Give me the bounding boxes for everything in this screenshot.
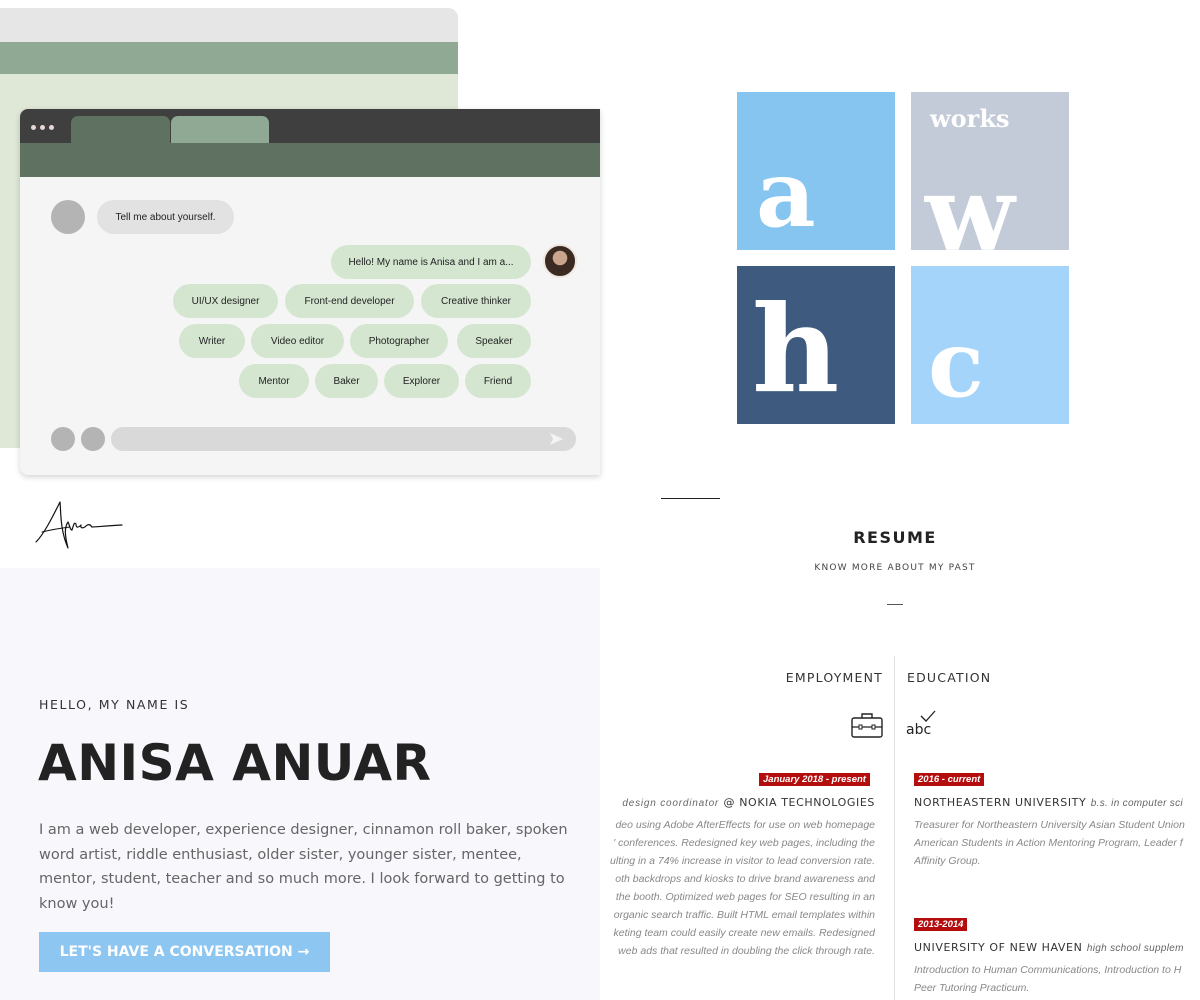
send-icon[interactable] xyxy=(550,433,563,445)
employment-date-badge: January 2018 - present xyxy=(759,773,870,786)
hero-name: ANISA ANUAR xyxy=(38,734,432,792)
chat-browser-window: Tell me about yourself. Hello! My name i… xyxy=(20,109,600,475)
education-org: NORTHEASTERN UNIVERSITY xyxy=(914,796,1087,809)
message-input[interactable] xyxy=(111,427,576,451)
employment-role: design coordinator xyxy=(622,798,720,809)
description-line: Peer Tutoring Practicum. xyxy=(914,982,1030,994)
education-heading: EDUCATION xyxy=(907,670,992,685)
employment-description: deo using Adobe AfterEffects for use on … xyxy=(600,816,875,960)
logo-caption-works: works xyxy=(930,104,1010,133)
background-window-titlebar xyxy=(0,8,458,42)
tag-chip[interactable]: Writer xyxy=(179,324,245,358)
tag-chip[interactable]: Friend xyxy=(465,364,531,398)
tag-chip[interactable]: Explorer xyxy=(384,364,459,398)
logo-letter-c: c xyxy=(928,310,985,418)
hero-bio: I am a web developer, experience designe… xyxy=(39,822,568,912)
tag-chip[interactable]: Speaker xyxy=(457,324,531,358)
attach-button[interactable] xyxy=(51,427,75,451)
signature-logo xyxy=(35,501,123,549)
description-line: ulting in a 74% increase in visitor to l… xyxy=(610,855,875,867)
hero-greeting: HELLO, MY NAME IS xyxy=(39,697,190,712)
section-rule xyxy=(661,498,720,499)
bot-message-bubble: Tell me about yourself. xyxy=(97,200,234,234)
user-avatar xyxy=(543,244,577,278)
education-date-badge: 2013-2014 xyxy=(914,918,968,931)
education-title-line: UNIVERSITY OF NEW HAVEN high school supp… xyxy=(914,938,1184,956)
tag-chip[interactable]: Photographer xyxy=(350,324,448,358)
description-line: organic search traffic. Built HTML email… xyxy=(613,909,875,921)
description-line: web ads that resulted in doubling the cl… xyxy=(618,945,875,957)
tag-chip[interactable]: Video editor xyxy=(251,324,344,358)
description-line: Introduction to Human Communications, In… xyxy=(914,964,1182,976)
resume-subtitle: KNOW MORE ABOUT MY PAST xyxy=(814,563,976,573)
logo-letter-h: h xyxy=(752,279,840,420)
education-list: 2016 - current NORTHEASTERN UNIVERSITY b… xyxy=(914,773,1200,1000)
logo-letter-a: a xyxy=(756,140,816,248)
resume-title: RESUME xyxy=(853,528,937,547)
logo-letter-w: w xyxy=(925,152,1015,275)
education-date-badge: 2016 - current xyxy=(914,773,985,786)
tag-chip[interactable]: Baker xyxy=(315,364,378,398)
bot-avatar xyxy=(51,200,85,234)
employment-heading: EMPLOYMENT xyxy=(785,670,883,685)
title-divider xyxy=(887,604,903,605)
description-line: deo using Adobe AfterEffects for use on … xyxy=(615,819,875,831)
education-degree: high school supplem xyxy=(1086,943,1184,954)
description-line: oth backdrops and kiosks to drive brand … xyxy=(615,873,875,885)
abc-check-icon: abc xyxy=(905,709,939,741)
employment-title-line: design coordinator @ NOKIA TECHNOLOGIES xyxy=(614,793,875,811)
emoji-button[interactable] xyxy=(81,427,105,451)
browser-tab-active[interactable] xyxy=(71,116,170,143)
tag-chip[interactable]: UI/UX designer xyxy=(173,284,278,318)
background-window-toolbar xyxy=(0,42,458,74)
education-description: Introduction to Human Communications, In… xyxy=(914,961,1181,997)
description-line: American Students in Action Mentoring Pr… xyxy=(914,837,1183,849)
tag-chip[interactable]: Front-end developer xyxy=(285,284,414,318)
education-degree: b.s. in computer sci xyxy=(1090,798,1183,809)
description-line: ' conferences. Redesigned key web pages,… xyxy=(613,837,875,849)
description-line: Treasurer for Northeastern University As… xyxy=(914,819,1185,831)
employment-org: @ NOKIA TECHNOLOGIES xyxy=(723,796,875,809)
hero-section: HELLO, MY NAME IS ANISA ANUAR I am a web… xyxy=(0,568,600,1000)
education-org: UNIVERSITY OF NEW HAVEN xyxy=(914,941,1083,954)
browser-toolbar xyxy=(20,143,600,177)
column-divider xyxy=(894,656,895,1000)
education-description: Treasurer for Northeastern University As… xyxy=(914,816,1185,870)
tag-chip[interactable]: Mentor xyxy=(239,364,309,398)
briefcase-icon xyxy=(851,713,883,738)
window-dots-icon xyxy=(31,125,54,130)
description-line: Affinity Group. xyxy=(914,855,981,867)
description-line: keting team could easily create new emai… xyxy=(613,927,875,939)
description-line: the booth. Optimized web pages for SEO r… xyxy=(615,891,875,903)
conversation-cta-button[interactable]: LET'S HAVE A CONVERSATION → xyxy=(39,932,330,972)
browser-tab[interactable] xyxy=(171,116,269,143)
tag-chip[interactable]: Creative thinker xyxy=(421,284,531,318)
user-message-bubble: Hello! My name is Anisa and I am a... xyxy=(331,245,531,279)
education-title-line: NORTHEASTERN UNIVERSITY b.s. in computer… xyxy=(914,793,1183,811)
